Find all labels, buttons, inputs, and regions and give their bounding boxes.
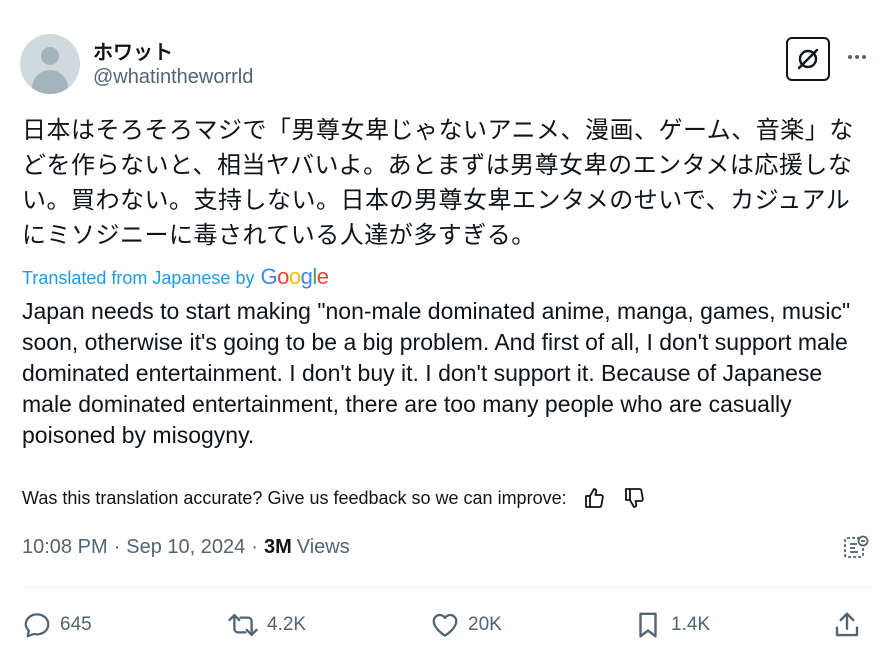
- reply-count: 645: [60, 614, 92, 635]
- grok-icon: [797, 48, 819, 70]
- tweet-date[interactable]: Sep 10, 2024: [126, 536, 245, 559]
- meta-separator: ·: [251, 536, 258, 558]
- author-handle[interactable]: @whatintheworrld: [93, 66, 253, 89]
- avatar-head-shape: [41, 47, 59, 65]
- analytics-icon[interactable]: [842, 533, 870, 561]
- repost-count: 4.2K: [267, 614, 307, 635]
- like-count: 20K: [468, 614, 502, 635]
- more-icon-dot: [855, 55, 859, 59]
- reply-icon: [24, 613, 50, 638]
- bookmark-button[interactable]: 1.4K: [633, 606, 710, 644]
- translation-feedback: Was this translation accurate? Give us f…: [22, 485, 647, 511]
- divider: [22, 587, 872, 588]
- avatar-body-shape: [32, 70, 68, 94]
- feedback-prompt: Was this translation accurate? Give us f…: [22, 487, 567, 508]
- thumbs-down-icon[interactable]: [621, 485, 647, 511]
- repost-icon: [228, 613, 258, 637]
- google-logo: Google: [260, 264, 329, 289]
- more-icon-dot: [848, 55, 852, 59]
- tweet-meta: 10:08 PM · Sep 10, 2024 · 3M Views: [22, 536, 350, 559]
- avatar[interactable]: [20, 34, 80, 94]
- tweet-translated-text: Japan needs to start making "non-male do…: [22, 298, 851, 448]
- repost-button[interactable]: 4.2K: [227, 606, 306, 644]
- heart-icon: [432, 613, 458, 637]
- translated-label: Translated from Japanese by: [22, 268, 255, 288]
- views-label: Views: [296, 536, 350, 558]
- translation-attribution[interactable]: Translated from Japanese by Google: [22, 264, 329, 290]
- bookmark-count: 1.4K: [671, 614, 711, 635]
- tweet-time[interactable]: 10:08 PM: [22, 536, 108, 559]
- views-count: 3M: [263, 536, 292, 558]
- like-button[interactable]: 20K: [430, 606, 502, 644]
- more-options-button[interactable]: [842, 44, 872, 70]
- grok-button[interactable]: [786, 37, 830, 81]
- action-bar: 645 4.2K 20K 1.4K: [22, 606, 872, 644]
- author-display-name[interactable]: ホワット: [93, 36, 173, 65]
- thumbs-up-icon[interactable]: [581, 485, 607, 511]
- reply-button[interactable]: 645: [22, 606, 92, 644]
- share-button[interactable]: [832, 606, 862, 644]
- share-icon: [835, 612, 859, 637]
- meta-separator: ·: [113, 536, 121, 558]
- bookmark-icon: [639, 612, 657, 638]
- tweet-original-text: 日本はそろそろマジで「男尊女卑じゃないアニメ、漫画、ゲーム、音楽」などを作らない…: [22, 116, 854, 249]
- more-icon-dot: [862, 55, 866, 59]
